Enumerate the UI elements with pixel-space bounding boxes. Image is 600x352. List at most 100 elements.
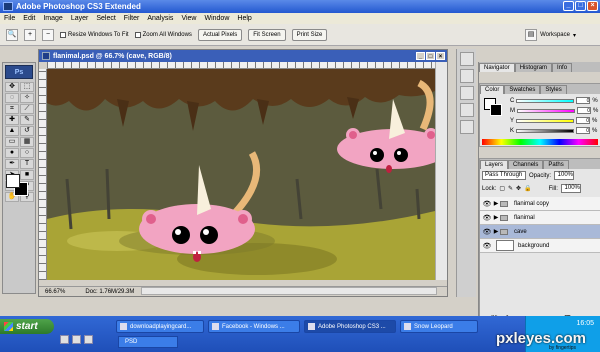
image-canvas[interactable]: [47, 69, 435, 280]
menu-analysis[interactable]: Analysis: [147, 15, 173, 22]
slice-tool-icon[interactable]: ⟋: [20, 104, 34, 114]
move-tool-icon[interactable]: ✥: [5, 82, 19, 92]
doc-close-button[interactable]: ×: [436, 52, 445, 60]
m-value[interactable]: 0: [577, 107, 591, 114]
lock-transparent-icon[interactable]: ▢: [499, 185, 505, 192]
actions-panel-icon[interactable]: [460, 69, 474, 83]
close-button[interactable]: ×: [587, 1, 598, 11]
blur-tool-icon[interactable]: ●: [5, 148, 19, 158]
taskbar-button[interactable]: Snow Leopard: [400, 320, 478, 333]
menu-filter[interactable]: Filter: [124, 15, 140, 22]
tab-styles[interactable]: Styles: [540, 85, 567, 94]
lasso-tool-icon[interactable]: ◌: [5, 93, 19, 103]
pen-tool-icon[interactable]: ✒: [5, 159, 19, 169]
resize-windows-checkbox[interactable]: Resize Windows To Fit: [60, 31, 129, 38]
zoom-in-icon[interactable]: +: [24, 28, 36, 41]
lock-position-icon[interactable]: ✥: [516, 185, 521, 192]
print-size-button[interactable]: Print Size: [291, 28, 328, 41]
eye-icon[interactable]: 👁: [482, 242, 492, 250]
menu-image[interactable]: Image: [43, 15, 62, 22]
doc-minimize-button[interactable]: _: [416, 52, 425, 60]
brush-tool-icon[interactable]: ✎: [20, 115, 34, 125]
magic-wand-tool-icon[interactable]: ✧: [20, 93, 34, 103]
stamp-tool-icon[interactable]: ▲: [5, 126, 19, 136]
healing-tool-icon[interactable]: ✚: [5, 115, 19, 125]
tool-presets-icon[interactable]: [460, 86, 474, 100]
expand-triangle-icon[interactable]: ▶: [492, 214, 500, 221]
crop-tool-icon[interactable]: ⌗: [5, 104, 19, 114]
fill-input[interactable]: 100%: [560, 184, 581, 193]
browser-icon[interactable]: [72, 335, 81, 344]
y-value[interactable]: 0: [576, 117, 591, 124]
menu-edit[interactable]: Edit: [23, 15, 35, 22]
menu-view[interactable]: View: [181, 15, 196, 22]
layer-row[interactable]: 👁 ▶ flanimal: [480, 211, 600, 225]
gradient-tool-icon[interactable]: ▦: [20, 137, 34, 147]
clone-source-icon[interactable]: [460, 120, 474, 134]
minimize-button[interactable]: _: [563, 1, 574, 11]
maximize-button[interactable]: □: [575, 1, 586, 11]
zoom-out-icon[interactable]: −: [42, 28, 54, 41]
color-spectrum-ramp[interactable]: [482, 139, 598, 145]
type-tool-icon[interactable]: T: [20, 159, 34, 169]
tab-channels[interactable]: Channels: [508, 160, 544, 169]
expand-triangle-icon[interactable]: ▶: [492, 228, 500, 235]
color-bg-swatch[interactable]: [490, 104, 502, 116]
desktop-icon[interactable]: [84, 335, 93, 344]
k-slider[interactable]: [516, 128, 575, 133]
tab-swatches[interactable]: Swatches: [504, 85, 541, 94]
layer-row-selected[interactable]: 👁 ▶ cave: [480, 225, 600, 239]
marquee-tool-icon[interactable]: ⬚: [20, 82, 34, 92]
eye-icon[interactable]: 👁: [482, 200, 492, 208]
actual-pixels-button[interactable]: Actual Pixels: [197, 28, 243, 41]
tab-info[interactable]: Info: [552, 63, 573, 72]
menu-window[interactable]: Window: [204, 15, 229, 22]
taskbar-button[interactable]: Facebook - Windows ...: [208, 320, 300, 333]
brushes-panel-icon[interactable]: [460, 103, 474, 117]
lock-image-icon[interactable]: ✎: [508, 185, 513, 192]
history-panel-icon[interactable]: [460, 52, 474, 66]
zoom-tool-icon[interactable]: 🔍: [6, 28, 18, 41]
tab-color[interactable]: Color: [480, 85, 505, 94]
menu-layer[interactable]: Layer: [71, 15, 89, 22]
workspace-switcher[interactable]: ▤ Workspace ▾: [525, 29, 576, 41]
horizontal-ruler[interactable]: [47, 62, 435, 69]
start-button[interactable]: start: [0, 319, 54, 334]
lock-all-icon[interactable]: 🔒: [524, 185, 531, 192]
c-slider[interactable]: [516, 98, 575, 103]
eraser-tool-icon[interactable]: ▭: [5, 137, 19, 147]
vertical-ruler[interactable]: [39, 69, 47, 280]
taskbar-button-active[interactable]: Adobe Photoshop CS3 ...: [304, 320, 396, 333]
vertical-scrollbar[interactable]: [435, 62, 447, 280]
layer-row[interactable]: 👁 ▶ flanimal copy: [480, 197, 600, 211]
eye-icon[interactable]: 👁: [482, 214, 492, 222]
blend-mode-select[interactable]: Pass Through: [482, 171, 526, 180]
horizontal-scrollbar[interactable]: [141, 287, 437, 295]
c-value[interactable]: 0: [576, 97, 591, 104]
fit-screen-button[interactable]: Fit Screen: [248, 28, 286, 41]
menu-select[interactable]: Select: [96, 15, 115, 22]
menu-file[interactable]: File: [4, 15, 15, 22]
dodge-tool-icon[interactable]: ○: [20, 148, 34, 158]
zoom-all-checkbox[interactable]: Zoom All Windows: [134, 31, 192, 38]
tab-paths[interactable]: Paths: [543, 160, 569, 169]
expand-triangle-icon[interactable]: ▶: [492, 200, 500, 207]
zoom-level[interactable]: 66.67%: [45, 289, 65, 295]
menu-help[interactable]: Help: [237, 15, 251, 22]
history-brush-icon[interactable]: ↺: [20, 126, 34, 136]
shape-tool-icon[interactable]: ■: [20, 170, 34, 180]
opacity-input[interactable]: 100%: [554, 171, 575, 180]
folder-taskbar-button[interactable]: PSD: [118, 336, 178, 348]
eye-icon[interactable]: 👁: [482, 228, 492, 236]
clock[interactable]: 16:05: [576, 320, 594, 327]
m-slider[interactable]: [517, 108, 575, 113]
tab-histogram[interactable]: Histogram: [514, 63, 553, 72]
media-player-icon[interactable]: [60, 335, 69, 344]
foreground-color-swatch[interactable]: [6, 174, 20, 188]
k-value[interactable]: 0: [576, 127, 591, 134]
doc-maximize-button[interactable]: □: [426, 52, 435, 60]
layer-row[interactable]: 👁 background: [480, 239, 600, 253]
y-slider[interactable]: [516, 118, 575, 123]
tab-navigator[interactable]: Navigator: [479, 63, 515, 72]
tab-layers[interactable]: Layers: [480, 160, 509, 169]
